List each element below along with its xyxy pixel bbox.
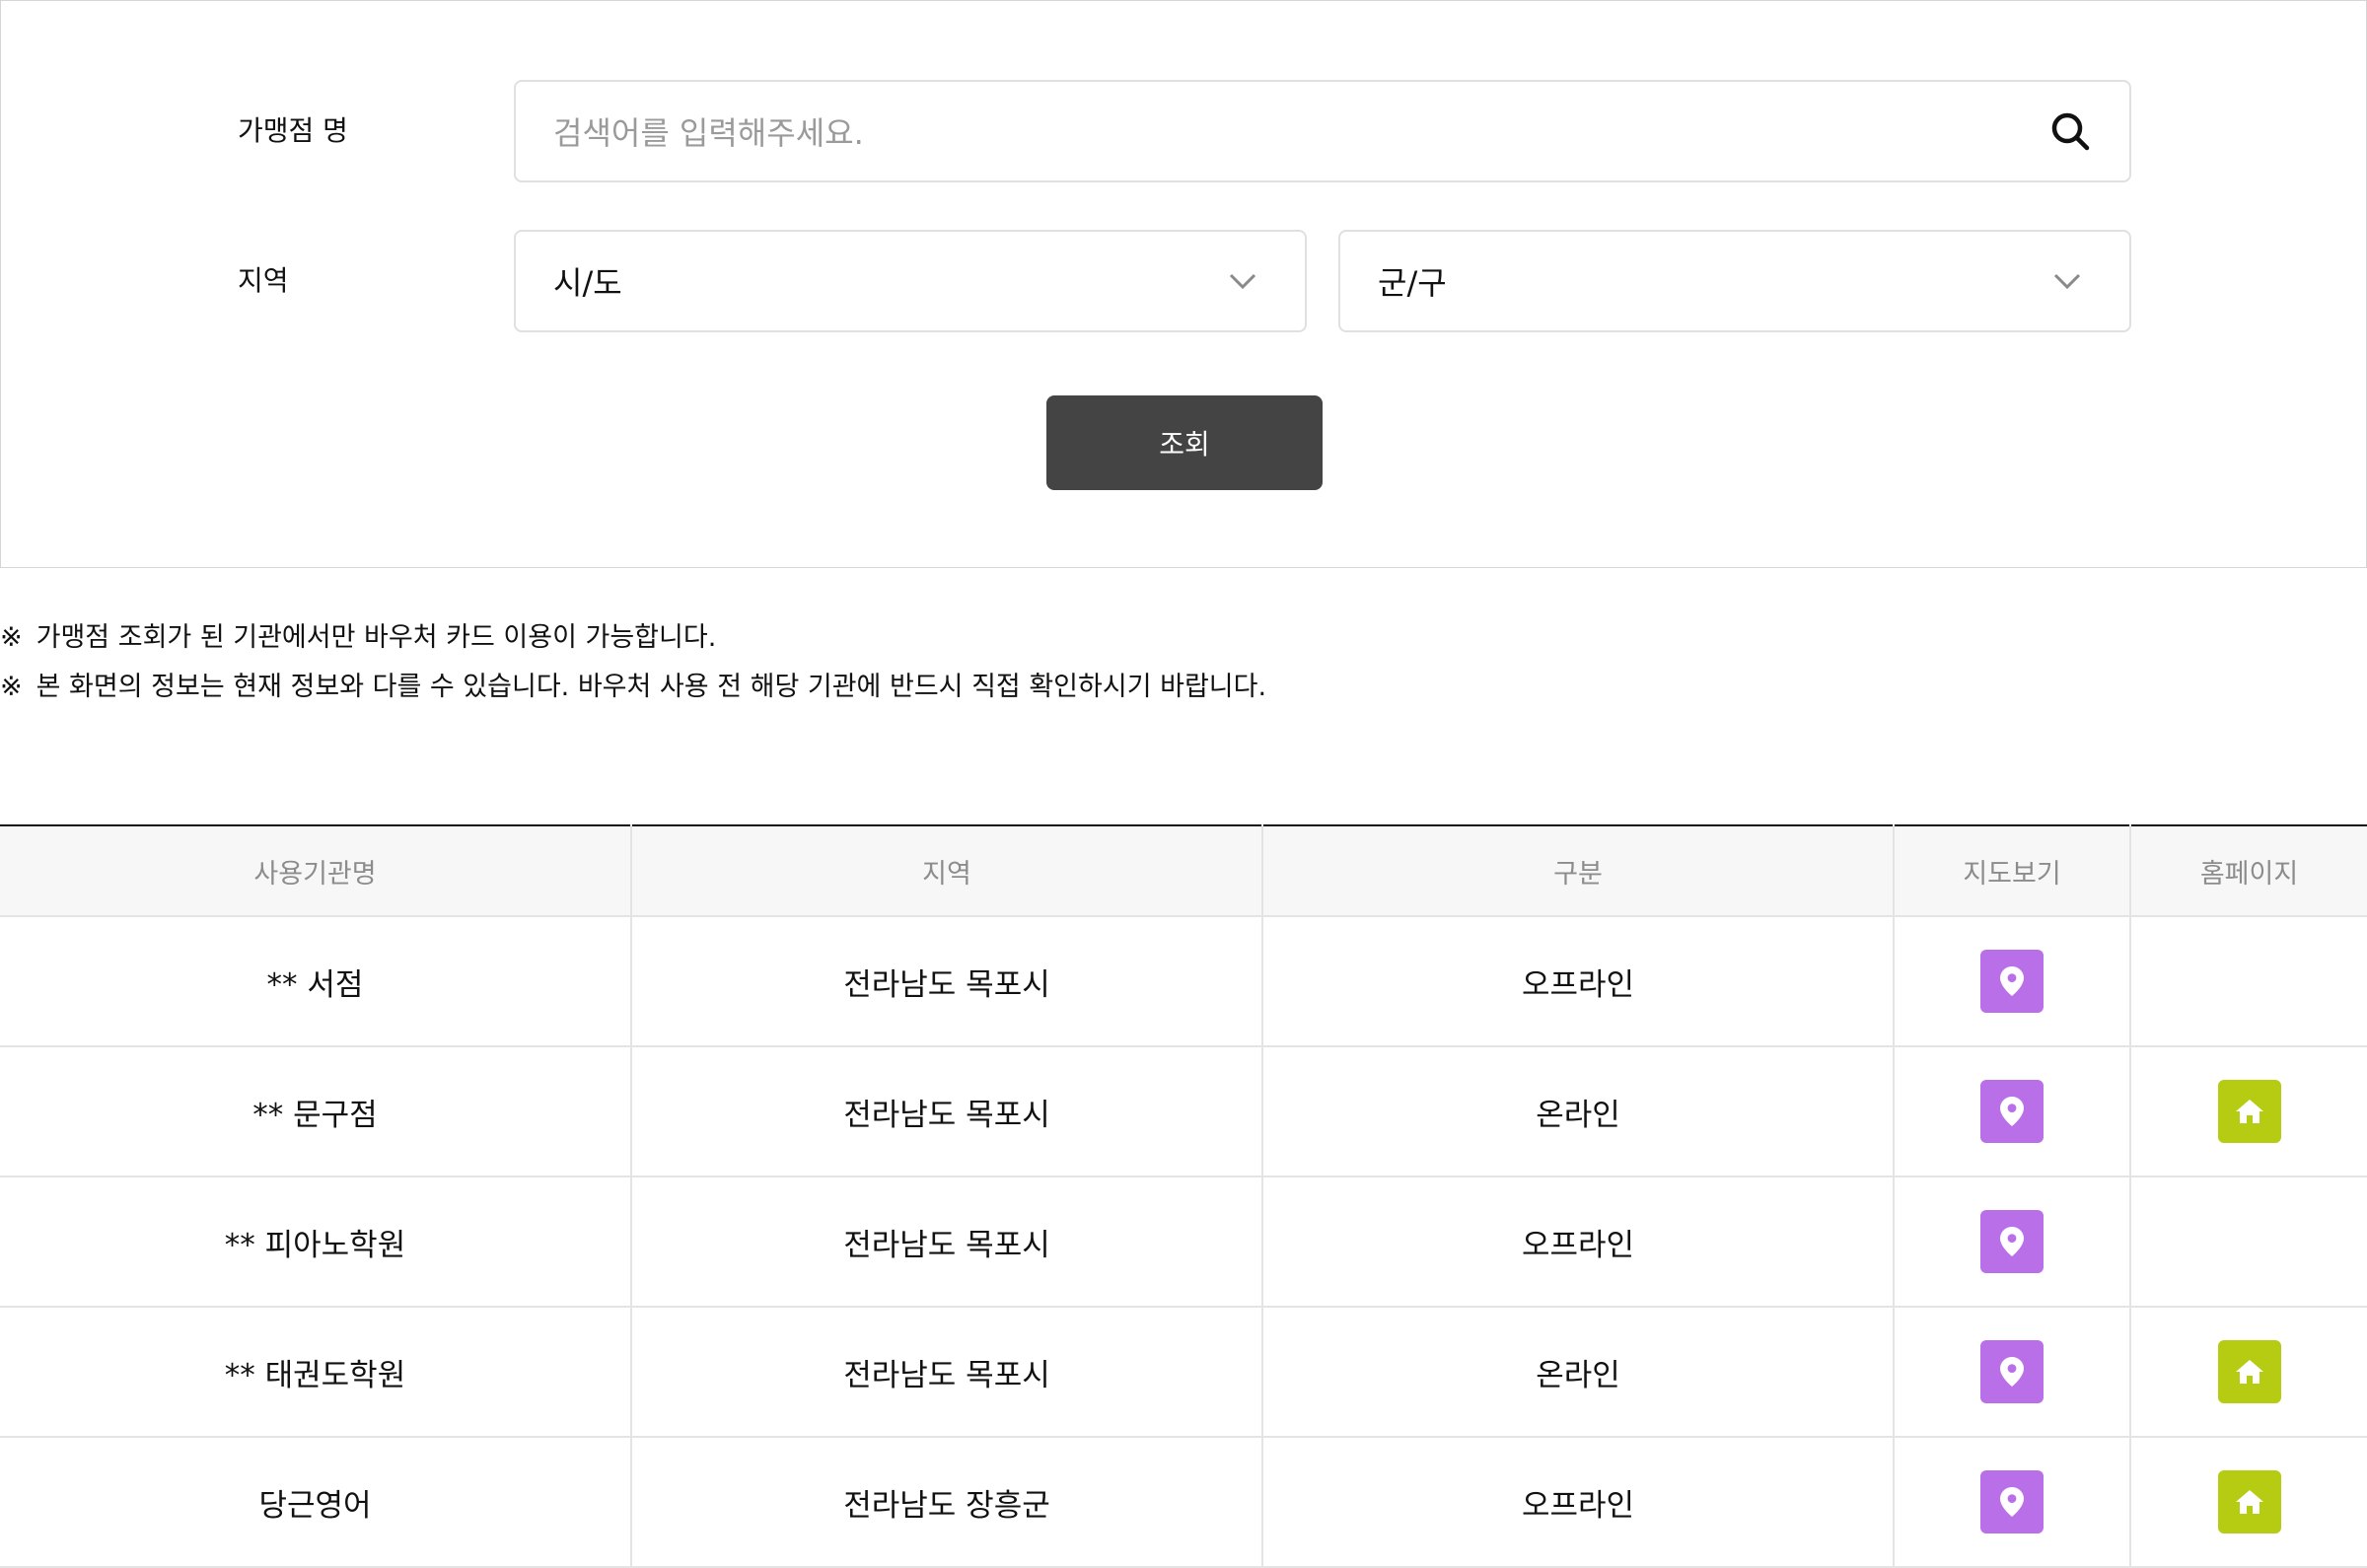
cell-region: 전라남도 장흥군 <box>631 1437 1263 1568</box>
home-icon <box>2235 1360 2263 1384</box>
chevron-down-icon <box>1229 273 1256 290</box>
franchise-name-label: 가맹점 명 <box>238 114 348 147</box>
city-select-value: 시/도 <box>553 264 622 302</box>
notice-list: ※ 가맹점 조회가 된 기관에서만 바우처 카드 이용이 가능합니다. ※ 본 화면… <box>0 613 1266 712</box>
homepage-button[interactable] <box>2217 1340 2281 1403</box>
search-input-placeholder: 검색어를 입력해주세요. <box>553 114 864 152</box>
cell-map <box>1894 1176 2131 1308</box>
cell-name: 당근영어 <box>0 1437 632 1568</box>
table-row: ** 피아노학원 전라남도 목포시 오프라인 <box>0 1176 2367 1308</box>
table-row: ** 태권도학원 전라남도 목포시 온라인 <box>0 1307 2367 1438</box>
cell-name: ** 서점 <box>0 916 632 1047</box>
notice-item: ※ 본 화면의 정보는 현재 정보와 다를 수 있습니다. 바우처 사용 전 해당… <box>0 663 1266 712</box>
homepage-button[interactable] <box>2217 1470 2281 1533</box>
column-header-homepage: 홈페이지 <box>2130 825 2367 917</box>
city-select[interactable]: 시/도 <box>514 230 1307 332</box>
table-row: ** 서점 전라남도 목포시 오프라인 <box>0 916 2367 1047</box>
franchise-name-search-input[interactable]: 검색어를 입력해주세요. <box>514 80 2131 182</box>
cell-type: 오프라인 <box>1262 1176 1895 1308</box>
cell-homepage <box>2130 916 2367 1047</box>
map-pin-icon <box>2000 1097 2024 1126</box>
cell-homepage <box>2130 1437 2367 1568</box>
table-row: 당근영어 전라남도 장흥군 오프라인 <box>0 1437 2367 1568</box>
search-submit-button[interactable]: 조회 <box>1046 395 1323 490</box>
table-row: ** 문구점 전라남도 목포시 온라인 <box>0 1046 2367 1177</box>
cell-homepage <box>2130 1307 2367 1438</box>
cell-homepage <box>2130 1176 2367 1308</box>
home-icon <box>2235 1100 2263 1123</box>
notice-text: 가맹점 조회가 된 기관에서만 바우처 카드 이용이 가능합니다. <box>36 622 717 653</box>
franchise-results-table: 사용기관명 지역 구분 지도보기 홈페이지 ** 서점 전라남도 목포시 오프라인 *… <box>0 824 2367 1568</box>
cell-name: ** 문구점 <box>0 1046 632 1177</box>
map-view-button[interactable] <box>1980 1340 2044 1403</box>
map-pin-icon <box>2000 1357 2024 1387</box>
cell-region: 전라남도 목포시 <box>631 1307 1263 1438</box>
notice-text: 본 화면의 정보는 현재 정보와 다를 수 있습니다. 바우처 사용 전 해당 … <box>36 672 1267 702</box>
cell-name: ** 피아노학원 <box>0 1176 632 1308</box>
cell-region: 전라남도 목포시 <box>631 916 1263 1047</box>
notice-mark: ※ <box>0 672 23 702</box>
home-icon <box>2235 1490 2263 1514</box>
region-label: 지역 <box>238 264 289 297</box>
map-pin-icon <box>2000 1487 2024 1517</box>
map-view-button[interactable] <box>1980 1210 2044 1273</box>
cell-map <box>1894 1437 2131 1568</box>
cell-type: 오프라인 <box>1262 1437 1895 1568</box>
chevron-down-icon <box>2053 273 2081 290</box>
cell-map <box>1894 916 2131 1047</box>
column-header-map: 지도보기 <box>1894 825 2131 917</box>
search-icon[interactable] <box>2048 109 2092 153</box>
cell-type: 온라인 <box>1262 1046 1895 1177</box>
map-view-button[interactable] <box>1980 950 2044 1013</box>
column-header-region: 지역 <box>631 825 1263 917</box>
map-pin-icon <box>2000 966 2024 996</box>
search-panel: 가맹점 명 검색어를 입력해주세요. 지역 시/도 군/구 조회 <box>0 0 2367 568</box>
map-pin-icon <box>2000 1227 2024 1256</box>
district-select[interactable]: 군/구 <box>1338 230 2131 332</box>
cell-map <box>1894 1046 2131 1177</box>
cell-name: ** 태권도학원 <box>0 1307 632 1438</box>
homepage-button[interactable] <box>2217 1080 2281 1143</box>
column-header-name: 사용기관명 <box>0 825 632 917</box>
cell-homepage <box>2130 1046 2367 1177</box>
cell-type: 오프라인 <box>1262 916 1895 1047</box>
district-select-value: 군/구 <box>1378 264 1447 302</box>
column-header-type: 구분 <box>1262 825 1895 917</box>
cell-region: 전라남도 목포시 <box>631 1176 1263 1308</box>
cell-type: 온라인 <box>1262 1307 1895 1438</box>
table-header-row: 사용기관명 지역 구분 지도보기 홈페이지 <box>0 825 2367 917</box>
map-view-button[interactable] <box>1980 1470 2044 1533</box>
cell-region: 전라남도 목포시 <box>631 1046 1263 1177</box>
map-view-button[interactable] <box>1980 1080 2044 1143</box>
notice-item: ※ 가맹점 조회가 된 기관에서만 바우처 카드 이용이 가능합니다. <box>0 613 1266 663</box>
notice-mark: ※ <box>0 622 23 653</box>
cell-map <box>1894 1307 2131 1438</box>
